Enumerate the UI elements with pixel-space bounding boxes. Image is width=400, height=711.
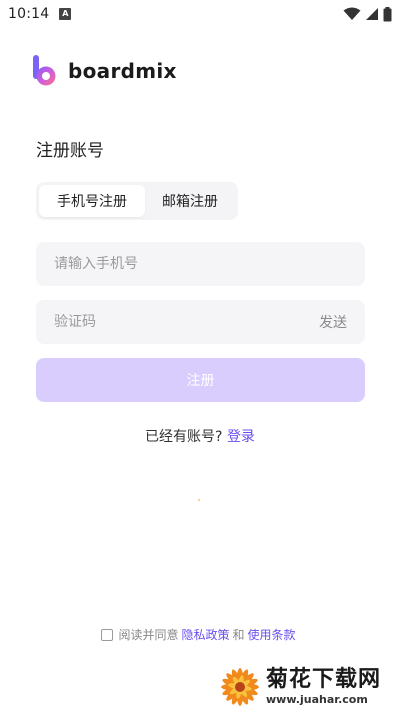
send-code-button[interactable]: 发送 bbox=[319, 312, 347, 332]
login-link[interactable]: 登录 bbox=[227, 429, 255, 445]
agreement-prefix: 阅读并同意 bbox=[118, 628, 179, 642]
signal-icon bbox=[366, 8, 378, 20]
watermark-url: www.juahar.com bbox=[266, 693, 368, 706]
verification-code-input[interactable] bbox=[54, 314, 319, 330]
agree-checkbox[interactable] bbox=[101, 628, 114, 641]
watermark: 菊花下载网 www.juahar.com bbox=[218, 662, 400, 711]
status-bar: 10:14 A bbox=[0, 0, 400, 28]
loading-dot bbox=[198, 499, 200, 501]
wifi-icon bbox=[343, 7, 361, 20]
brand-name: boardmix bbox=[68, 59, 177, 83]
notification-icon: A bbox=[59, 8, 72, 20]
code-field[interactable]: 发送 bbox=[36, 300, 365, 344]
login-prompt: 已经有账号? bbox=[145, 429, 223, 445]
agreement-row: 阅读并同意 隐私政策 和 使用条款 bbox=[0, 626, 400, 643]
flower-logo-icon bbox=[221, 667, 259, 706]
register-tabs: 手机号注册 邮箱注册 bbox=[36, 182, 238, 220]
phone-field[interactable] bbox=[36, 242, 365, 286]
brand: boardmix bbox=[32, 54, 177, 88]
tab-email-register[interactable]: 邮箱注册 bbox=[145, 185, 235, 217]
battery-icon bbox=[383, 6, 392, 21]
watermark-text: 菊花下载网 www.juahar.com bbox=[266, 667, 381, 706]
register-button[interactable]: 注册 bbox=[36, 358, 365, 402]
tab-phone-register[interactable]: 手机号注册 bbox=[39, 185, 145, 217]
watermark-name: 菊花下载网 bbox=[266, 667, 382, 692]
phone-input[interactable] bbox=[54, 256, 347, 272]
page-title: 注册账号 bbox=[36, 141, 104, 161]
login-row: 已经有账号? 登录 bbox=[0, 426, 400, 446]
status-icons bbox=[343, 6, 392, 22]
boardmix-logo-icon bbox=[33, 55, 56, 86]
privacy-policy-link[interactable]: 隐私政策 bbox=[181, 626, 229, 643]
agreement-and: 和 bbox=[232, 628, 245, 642]
terms-of-use-link[interactable]: 使用条款 bbox=[248, 626, 296, 643]
status-time: 10:14 bbox=[8, 6, 50, 22]
